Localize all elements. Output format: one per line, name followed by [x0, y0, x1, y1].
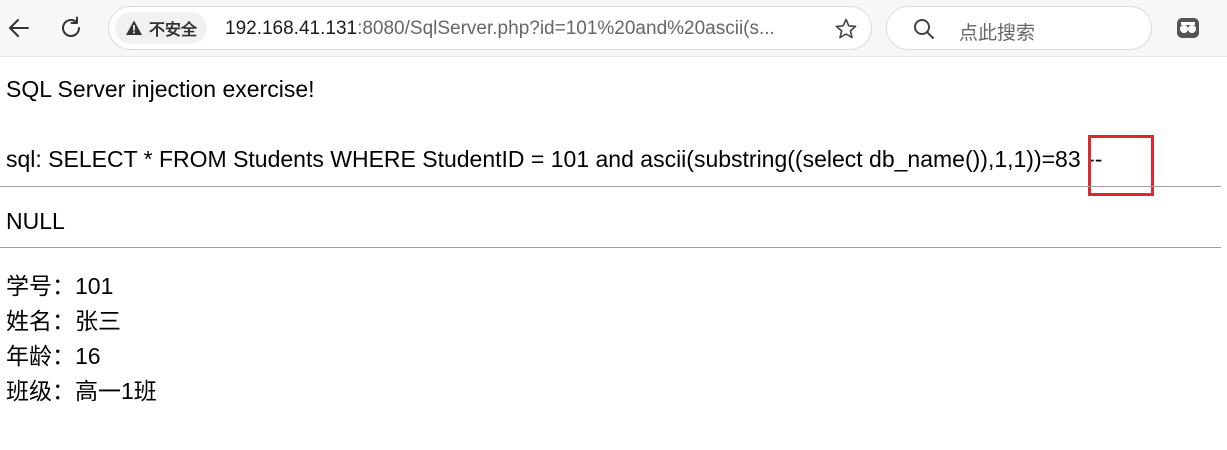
- record-row-id: 学号：101: [6, 269, 157, 304]
- record-value: 张三: [75, 308, 121, 334]
- star-icon: [835, 18, 857, 39]
- result-null-text: NULL: [6, 208, 65, 234]
- record-label: 年龄：: [6, 343, 75, 369]
- url-path: :8080/SqlServer.php?id=101%20and%20ascii…: [357, 18, 775, 39]
- record-label: 学号：: [6, 273, 75, 299]
- search-icon: [914, 19, 934, 39]
- address-bar[interactable]: 不安全 192.168.41.131:8080/SqlServer.php?id…: [108, 6, 872, 50]
- record-row-name: 姓名：张三: [6, 304, 157, 339]
- search-box[interactable]: 点此搜索: [886, 6, 1152, 50]
- back-button[interactable]: [3, 12, 35, 44]
- record-value: 101: [75, 273, 114, 299]
- record-label: 姓名：: [6, 308, 75, 334]
- divider: [0, 247, 1221, 248]
- reload-button[interactable]: [55, 12, 87, 44]
- url-text[interactable]: 192.168.41.131:8080/SqlServer.php?id=101…: [225, 18, 775, 40]
- warning-icon: [126, 20, 142, 35]
- search-placeholder: 点此搜索: [959, 23, 1036, 44]
- security-label: 不安全: [149, 22, 198, 39]
- record-row-class: 班级：高一1班: [6, 374, 157, 409]
- extension-button[interactable]: [1172, 12, 1204, 44]
- url-host: 192.168.41.131: [225, 18, 358, 39]
- reload-icon: [62, 16, 80, 37]
- student-record: 学号：101 姓名：张三 年龄：16 班级：高一1班: [6, 269, 157, 409]
- extension-icon: [1177, 18, 1199, 38]
- back-icon: [9, 19, 29, 37]
- divider: [0, 186, 1221, 187]
- record-value: 16: [75, 343, 101, 369]
- record-row-age: 年龄：16: [6, 339, 157, 374]
- sql-query-text: sql: SELECT * FROM Students WHERE Studen…: [6, 146, 1103, 172]
- record-value: 高一1班: [75, 378, 157, 404]
- bookmark-button[interactable]: [833, 16, 859, 42]
- browser-toolbar: 不安全 192.168.41.131:8080/SqlServer.php?id…: [0, 0, 1227, 57]
- record-label: 班级：: [6, 378, 75, 404]
- security-indicator[interactable]: 不安全: [115, 12, 208, 44]
- page-heading: SQL Server injection exercise!: [6, 76, 315, 102]
